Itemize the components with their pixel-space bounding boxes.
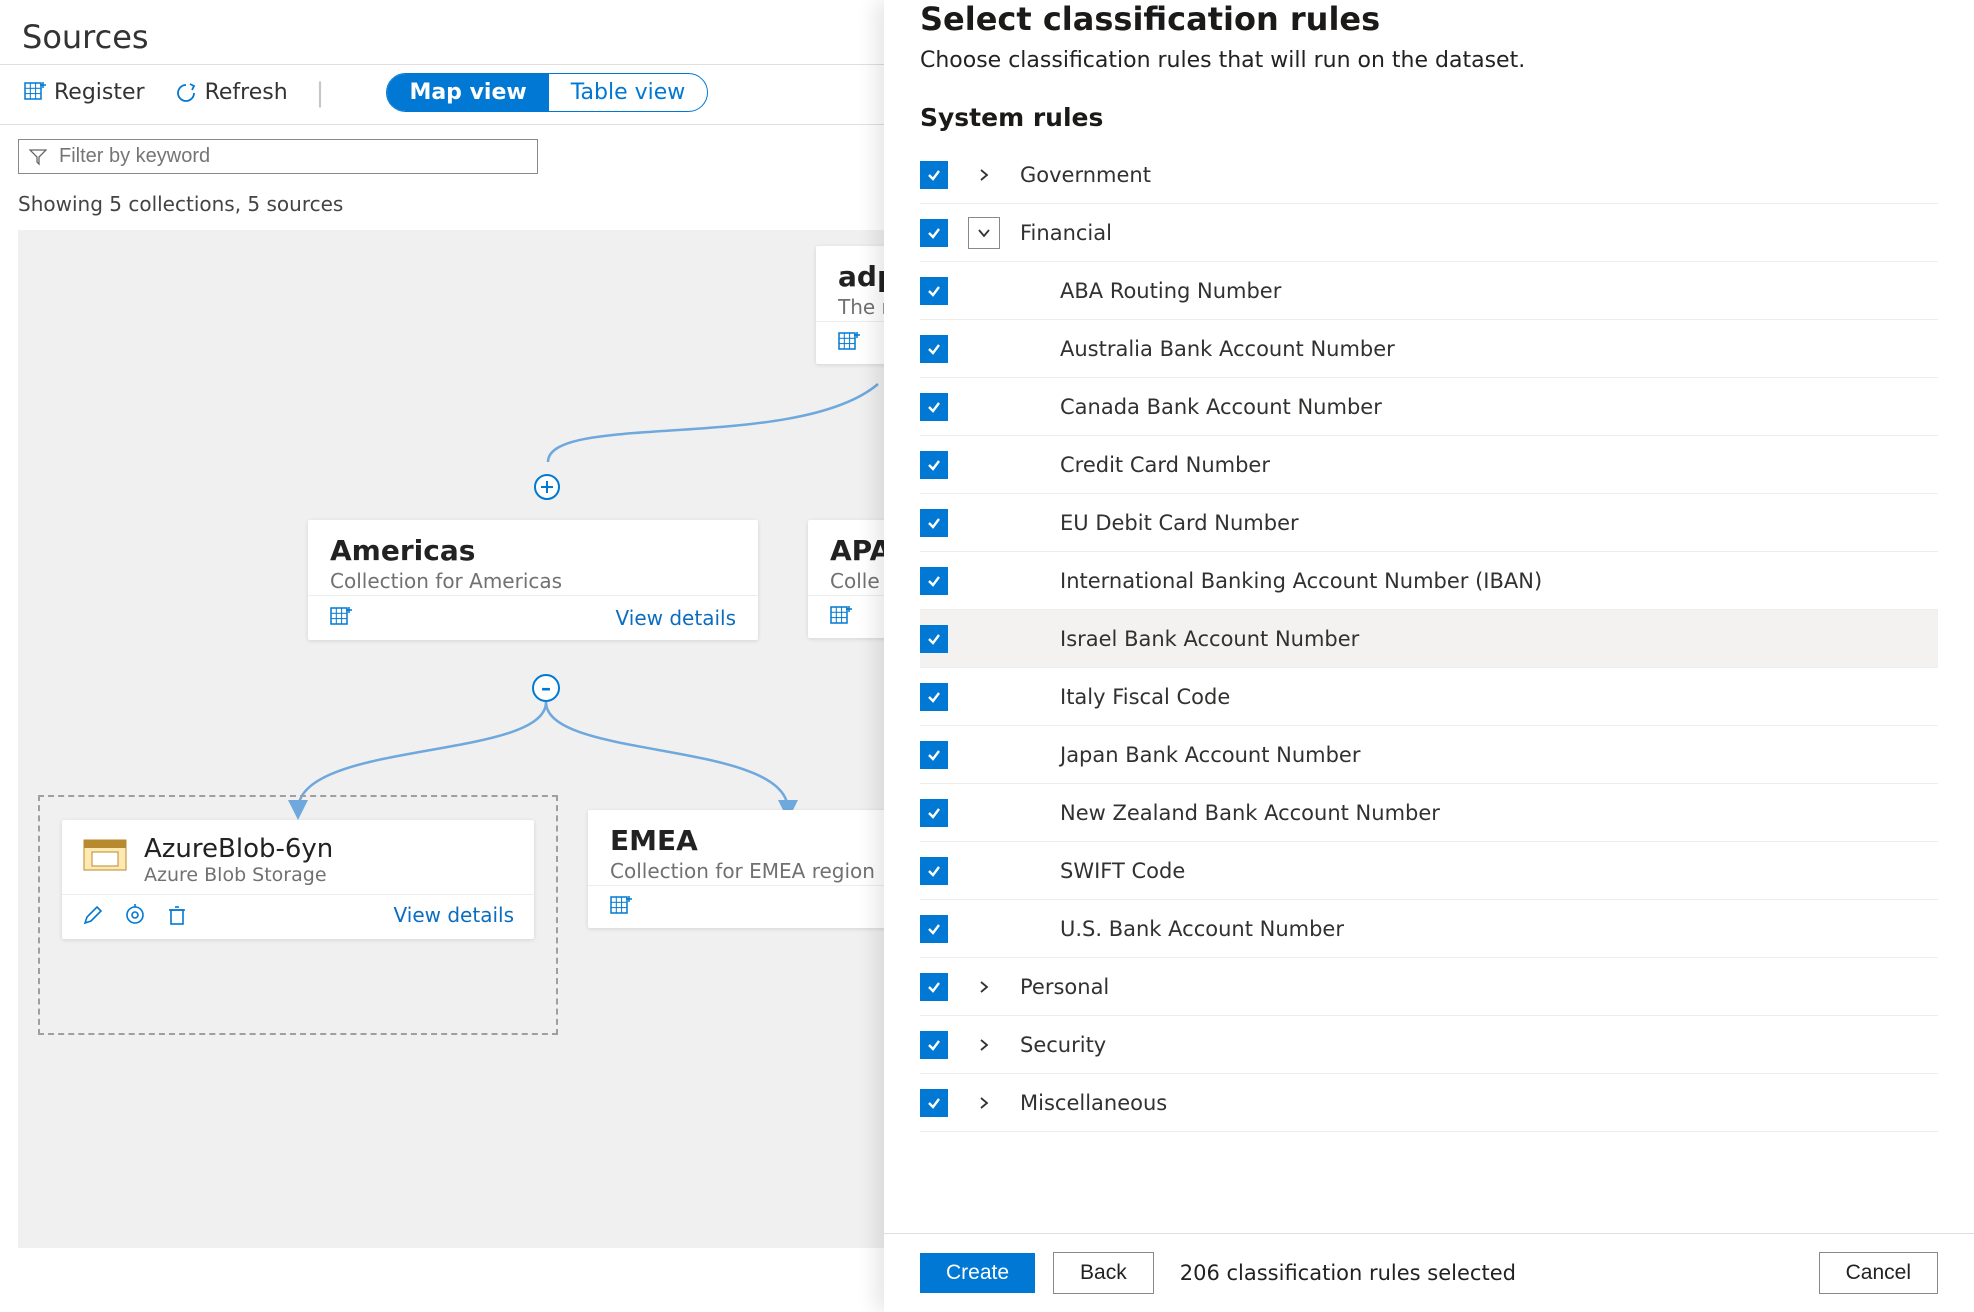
rule-item-label: Credit Card Number xyxy=(1060,453,1938,477)
grid-plus-icon xyxy=(24,82,46,104)
register-button[interactable]: Register xyxy=(18,76,151,109)
refresh-icon xyxy=(175,82,197,104)
card-title: Americas xyxy=(330,534,736,567)
filter-icon xyxy=(29,148,47,166)
rule-item-label: Israel Bank Account Number xyxy=(1060,627,1938,651)
rule-item-label: SWIFT Code xyxy=(1060,859,1938,883)
edit-icon[interactable] xyxy=(82,904,104,926)
cancel-button[interactable]: Cancel xyxy=(1819,1252,1938,1294)
refresh-button[interactable]: Refresh xyxy=(169,76,294,109)
checkbox[interactable] xyxy=(920,857,948,885)
card-title: AzureBlob-6yn xyxy=(144,834,333,864)
toolbar-separator: | xyxy=(312,78,329,108)
rule-item-label: New Zealand Bank Account Number xyxy=(1060,801,1938,825)
rule-item-row[interactable]: U.S. Bank Account Number xyxy=(920,900,1938,958)
view-details-link[interactable]: View details xyxy=(394,903,514,927)
view-toggle: Map view Table view xyxy=(386,73,708,112)
rule-item-row[interactable]: Italy Fiscal Code xyxy=(920,668,1938,726)
checkbox[interactable] xyxy=(920,799,948,827)
view-details-link[interactable]: View details xyxy=(616,606,736,630)
panel-description: Choose classification rules that will ru… xyxy=(920,48,1938,103)
card-subtitle: Collection for EMEA region xyxy=(610,857,926,883)
rule-item-row[interactable]: Japan Bank Account Number xyxy=(920,726,1938,784)
rule-item-row[interactable]: Canada Bank Account Number xyxy=(920,378,1938,436)
create-button[interactable]: Create xyxy=(920,1253,1035,1293)
refresh-label: Refresh xyxy=(205,80,288,105)
rule-item-label: U.S. Bank Account Number xyxy=(1060,917,1938,941)
checkbox[interactable] xyxy=(920,161,948,189)
rule-category-label: Government xyxy=(1020,163,1938,187)
rule-category-row[interactable]: Government xyxy=(920,146,1938,204)
chevron-right-icon[interactable] xyxy=(968,1087,1000,1119)
checkbox[interactable] xyxy=(920,393,948,421)
rule-item-label: Australia Bank Account Number xyxy=(1060,337,1938,361)
checkbox[interactable] xyxy=(920,335,948,363)
rule-item-label: International Banking Account Number (IB… xyxy=(1060,569,1938,593)
card-title: EMEA xyxy=(610,824,926,857)
checkbox[interactable] xyxy=(920,277,948,305)
rule-category-label: Security xyxy=(1020,1033,1938,1057)
checkbox[interactable] xyxy=(920,973,948,1001)
checkbox[interactable] xyxy=(920,1031,948,1059)
chevron-right-icon[interactable] xyxy=(968,159,1000,191)
checkbox[interactable] xyxy=(920,741,948,769)
grid-plus-icon[interactable] xyxy=(610,896,632,918)
filter-input[interactable] xyxy=(57,144,527,169)
rule-item-label: ABA Routing Number xyxy=(1060,279,1938,303)
rule-item-row[interactable]: Israel Bank Account Number xyxy=(920,610,1938,668)
checkbox[interactable] xyxy=(920,567,948,595)
collection-card-americas[interactable]: Americas Collection for Americas View d xyxy=(308,520,758,640)
source-card-azureblob[interactable]: AzureBlob-6yn Azure Blob Storage Vie xyxy=(62,820,534,939)
rule-item-row[interactable]: New Zealand Bank Account Number xyxy=(920,784,1938,842)
rule-item-label: Italy Fiscal Code xyxy=(1060,685,1938,709)
grid-plus-icon[interactable] xyxy=(830,606,852,628)
panel-footer: Create Back 206 classification rules sel… xyxy=(884,1233,1974,1312)
rule-category-row[interactable]: Miscellaneous xyxy=(920,1074,1938,1132)
checkbox[interactable] xyxy=(920,219,948,247)
checkbox[interactable] xyxy=(920,509,948,537)
scan-icon[interactable] xyxy=(124,904,146,926)
rule-category-row[interactable]: Financial xyxy=(920,204,1938,262)
checkbox[interactable] xyxy=(920,625,948,653)
checkbox[interactable] xyxy=(920,915,948,943)
system-rules-heading: System rules xyxy=(920,103,1938,146)
rule-category-label: Miscellaneous xyxy=(1020,1091,1938,1115)
card-subtitle: Collection for Americas xyxy=(330,567,736,593)
rule-category-row[interactable]: Security xyxy=(920,1016,1938,1074)
rule-item-row[interactable]: EU Debit Card Number xyxy=(920,494,1938,552)
classification-rules-panel: Select classification rules Choose class… xyxy=(884,0,1974,1312)
back-button[interactable]: Back xyxy=(1053,1252,1154,1294)
delete-icon[interactable] xyxy=(166,904,188,926)
rule-category-label: Personal xyxy=(1020,975,1938,999)
checkbox[interactable] xyxy=(920,683,948,711)
collapse-toggle-icon[interactable]: – xyxy=(532,674,560,702)
checkbox[interactable] xyxy=(920,1089,948,1117)
chevron-right-icon[interactable] xyxy=(968,1029,1000,1061)
panel-title: Select classification rules xyxy=(920,0,1938,48)
rule-item-label: EU Debit Card Number xyxy=(1060,511,1938,535)
grid-plus-icon[interactable] xyxy=(838,332,860,354)
chevron-right-icon[interactable] xyxy=(968,971,1000,1003)
rule-item-row[interactable]: Australia Bank Account Number xyxy=(920,320,1938,378)
rule-category-label: Financial xyxy=(1020,221,1938,245)
card-subtitle: Azure Blob Storage xyxy=(144,864,333,886)
storage-icon xyxy=(82,834,128,876)
rule-item-row[interactable]: SWIFT Code xyxy=(920,842,1938,900)
selected-count-label: 206 classification rules selected xyxy=(1180,1261,1516,1285)
chevron-down-icon[interactable] xyxy=(968,217,1000,249)
grid-plus-icon[interactable] xyxy=(330,607,352,629)
table-view-tab[interactable]: Table view xyxy=(549,74,708,111)
rule-item-row[interactable]: International Banking Account Number (IB… xyxy=(920,552,1938,610)
rule-item-label: Japan Bank Account Number xyxy=(1060,743,1938,767)
rule-item-label: Canada Bank Account Number xyxy=(1060,395,1938,419)
rule-category-row[interactable]: Personal xyxy=(920,958,1938,1016)
filter-box[interactable] xyxy=(18,139,538,174)
add-node-icon[interactable] xyxy=(533,473,561,501)
map-view-tab[interactable]: Map view xyxy=(387,74,548,111)
rule-item-row[interactable]: Credit Card Number xyxy=(920,436,1938,494)
checkbox[interactable] xyxy=(920,451,948,479)
register-label: Register xyxy=(54,80,145,105)
rule-item-row[interactable]: ABA Routing Number xyxy=(920,262,1938,320)
